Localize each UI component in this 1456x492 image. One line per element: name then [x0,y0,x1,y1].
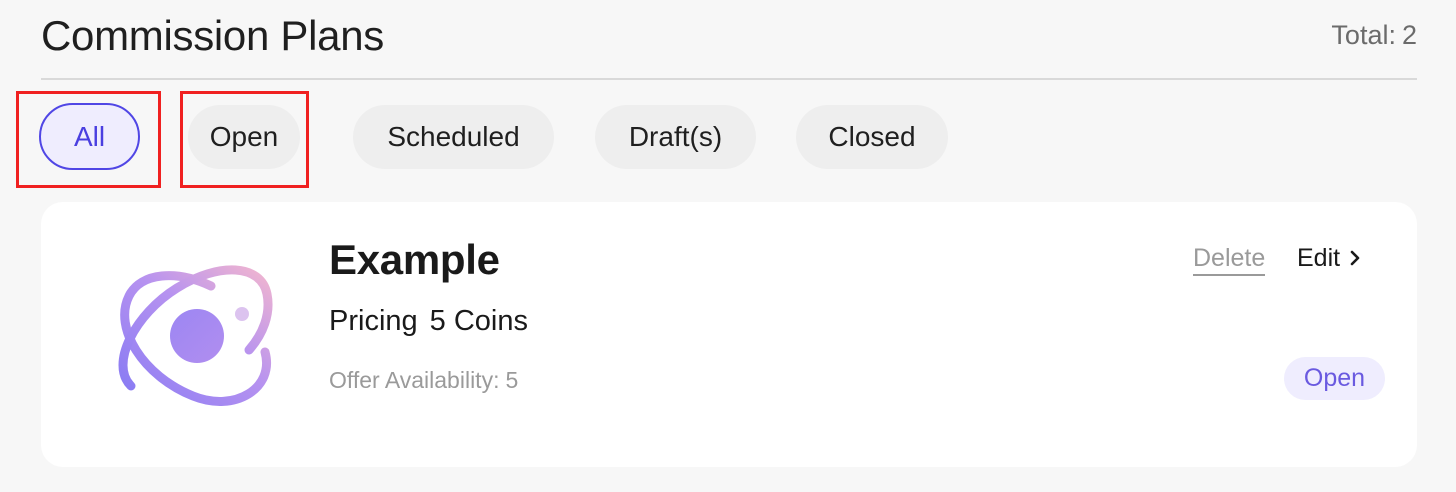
tab-drafts[interactable]: Draft(s) [595,105,756,169]
availability-label: Offer Availability: [329,367,500,393]
tab-scheduled[interactable]: Scheduled [353,105,554,169]
edit-button[interactable]: Edit [1297,242,1362,274]
tab-closed[interactable]: Closed [796,105,948,169]
status-badge: Open [1284,357,1385,400]
plan-pricing: Pricing 5 Coins [329,303,528,339]
delete-button[interactable]: Delete [1193,242,1266,276]
pricing-label: Pricing [329,305,418,337]
chevron-right-icon [1350,250,1360,266]
plan-name: Example [329,236,500,283]
highlight-box-all [16,91,161,188]
page-header: Commission Plans Total: 2 [41,0,1417,80]
highlight-box-open [180,91,309,188]
total-label: Total: [1331,20,1396,50]
total-value: 2 [1401,20,1417,50]
planet-orbit-icon [115,258,275,418]
edit-label: Edit [1297,244,1341,272]
total-count: Total: 2 [1331,18,1417,52]
pricing-value: 5 Coins [429,305,528,337]
page-title: Commission Plans [41,12,384,59]
offer-availability: Offer Availability: 5 [329,365,518,395]
availability-value: 5 [505,367,519,393]
plan-card[interactable]: Example Pricing 5 Coins Offer Availabilit… [41,202,1417,467]
